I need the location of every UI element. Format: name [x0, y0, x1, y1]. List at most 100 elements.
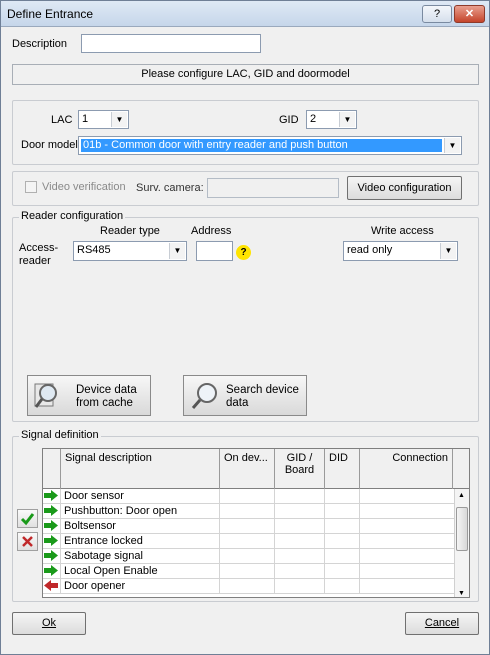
address-header: Address	[191, 225, 232, 237]
table-row[interactable]: Boltsensor	[43, 519, 455, 534]
on-device-cell[interactable]	[220, 504, 275, 519]
search-device-label: Search device data	[226, 384, 299, 409]
gid-board-cell[interactable]	[275, 519, 325, 534]
column-header[interactable]: GID / Board	[275, 449, 325, 489]
gid-board-cell[interactable]	[275, 534, 325, 549]
gid-board-cell[interactable]	[275, 564, 325, 579]
door-model-label: Door model	[21, 139, 78, 151]
description-label: Description	[12, 38, 68, 50]
signal-description: Door opener	[61, 579, 220, 594]
gid-value: 2	[310, 113, 317, 125]
gid-board-cell[interactable]	[275, 504, 325, 519]
gid-board-cell[interactable]	[275, 549, 325, 564]
scroll-thumb[interactable]	[456, 507, 468, 551]
title-bar: Define Entrance ? ✕	[1, 1, 489, 27]
input-signal-icon	[43, 519, 61, 534]
write-access-value: read only	[347, 244, 393, 256]
chevron-down-icon: ▼	[339, 112, 355, 127]
column-header[interactable]: DID	[325, 449, 360, 489]
signal-description: Door sensor	[61, 489, 220, 504]
device-data-from-cache-button[interactable]: Device data from cache	[27, 375, 151, 416]
did-cell[interactable]	[325, 579, 360, 594]
access-reader-label: Access- reader	[19, 242, 59, 267]
magnifier-icon	[34, 383, 57, 408]
video-verification-checkbox[interactable]	[25, 181, 37, 193]
delete-signal-button[interactable]	[17, 532, 38, 551]
table-row[interactable]: Door opener	[43, 579, 455, 594]
device-cache-label: Device data from cache	[76, 384, 137, 409]
gid-select[interactable]: 2 ▼	[306, 110, 357, 129]
cancel-button[interactable]: Cancel	[405, 612, 479, 635]
did-cell[interactable]	[325, 549, 360, 564]
column-header[interactable]: Signal description	[61, 449, 220, 489]
search-device-data-button[interactable]: Search device data	[183, 375, 307, 416]
scroll-up-icon[interactable]: ▲	[458, 492, 465, 499]
search-icon	[191, 383, 217, 409]
on-device-cell[interactable]	[220, 534, 275, 549]
write-access-select[interactable]: read only ▼	[343, 241, 458, 261]
did-cell[interactable]	[325, 519, 360, 534]
reader-configuration-legend: Reader configuration	[19, 210, 126, 222]
input-signal-icon	[43, 549, 61, 564]
surv-camera-label: Surv. camera:	[136, 182, 204, 194]
surv-camera-field	[207, 178, 339, 198]
table-row[interactable]: Entrance locked	[43, 534, 455, 549]
signal-table-header: Signal description On dev... GID / Board…	[43, 449, 469, 489]
close-button[interactable]: ✕	[454, 5, 485, 23]
gid-board-cell[interactable]	[275, 579, 325, 594]
input-signal-icon	[43, 534, 61, 549]
signal-description: Pushbutton: Door open	[61, 504, 220, 519]
did-cell[interactable]	[325, 489, 360, 504]
scroll-down-icon[interactable]: ▼	[458, 590, 465, 597]
lac-select[interactable]: 1 ▼	[78, 110, 129, 129]
connection-cell[interactable]	[360, 564, 455, 579]
did-cell[interactable]	[325, 564, 360, 579]
connection-cell[interactable]	[360, 534, 455, 549]
door-model-select[interactable]: 01b - Common door with entry reader and …	[78, 136, 462, 155]
ok-label: Ok	[41, 617, 57, 629]
table-row[interactable]: Local Open Enable	[43, 564, 455, 579]
table-row[interactable]: Sabotage signal	[43, 549, 455, 564]
lac-label: LAC	[51, 114, 73, 126]
info-banner: Please configure LAC, GID and doormodel	[12, 64, 479, 85]
connection-cell[interactable]	[360, 489, 455, 504]
ok-button[interactable]: Ok	[12, 612, 86, 635]
lac-value: 1	[82, 113, 89, 125]
description-input[interactable]	[81, 34, 261, 53]
column-header[interactable]: Connection	[360, 449, 453, 489]
row-header-corner	[43, 449, 61, 489]
gid-board-cell[interactable]	[275, 489, 325, 504]
vertical-scrollbar[interactable]: ▲ ▼	[454, 489, 469, 597]
video-configuration-button[interactable]: Video configuration	[347, 176, 462, 200]
table-row[interactable]: Door sensor	[43, 489, 455, 504]
connection-cell[interactable]	[360, 504, 455, 519]
connection-cell[interactable]	[360, 519, 455, 534]
on-device-cell[interactable]	[220, 564, 275, 579]
reader-type-value: RS485	[77, 244, 111, 256]
cancel-label: Cancel	[424, 617, 460, 629]
table-row[interactable]: Pushbutton: Door open	[43, 504, 455, 519]
did-cell[interactable]	[325, 534, 360, 549]
column-header[interactable]: On dev...	[220, 449, 275, 489]
did-cell[interactable]	[325, 504, 360, 519]
signal-description: Boltsensor	[61, 519, 220, 534]
gid-label: GID	[279, 114, 299, 126]
reader-type-select[interactable]: RS485 ▼	[73, 241, 187, 261]
on-device-cell[interactable]	[220, 519, 275, 534]
help-button[interactable]: ?	[422, 5, 452, 23]
chevron-down-icon: ▼	[111, 112, 127, 127]
on-device-cell[interactable]	[220, 549, 275, 564]
signal-table[interactable]: Signal description On dev... GID / Board…	[42, 448, 470, 598]
accept-signal-button[interactable]	[17, 509, 38, 528]
chevron-down-icon: ▼	[440, 243, 456, 259]
write-access-header: Write access	[371, 225, 434, 237]
on-device-cell[interactable]	[220, 489, 275, 504]
check-icon	[20, 513, 35, 526]
output-signal-icon	[43, 579, 61, 594]
video-verification-label: Video verification	[42, 181, 126, 193]
connection-cell[interactable]	[360, 549, 455, 564]
connection-cell[interactable]	[360, 579, 455, 594]
help-hint-icon[interactable]: ?	[236, 245, 251, 260]
address-input[interactable]	[196, 241, 233, 261]
on-device-cell[interactable]	[220, 579, 275, 594]
